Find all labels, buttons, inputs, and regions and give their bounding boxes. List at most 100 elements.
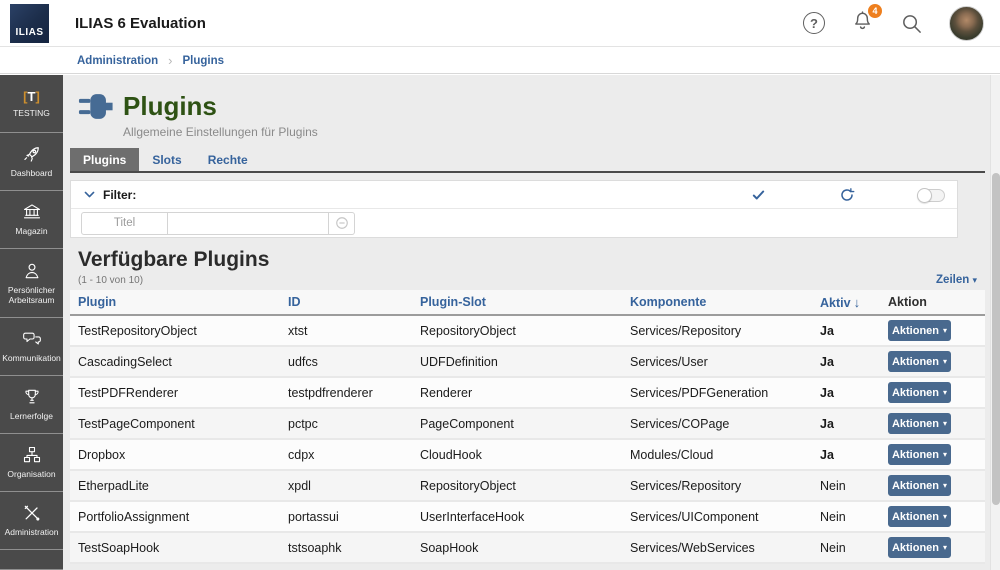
- app-window: ILIAS ILIAS 6 Evaluation ? 4 Administrat…: [0, 0, 1000, 570]
- filter-title-input[interactable]: [168, 212, 329, 235]
- column-header-aktiv[interactable]: Aktiv↓: [820, 295, 888, 310]
- tab-rechte[interactable]: Rechte: [195, 148, 261, 171]
- caret-down-icon: ▾: [943, 481, 947, 490]
- cell-aktion: Aktionen ▾: [888, 413, 985, 434]
- search-icon[interactable]: [900, 12, 923, 35]
- cell-plugin: Dropbox: [78, 448, 288, 462]
- rows-dropdown[interactable]: Zeilen ▾: [936, 274, 977, 286]
- trophy-icon: [22, 387, 42, 407]
- speech-bubbles-icon: [22, 329, 42, 349]
- crossed-tools-icon: [22, 503, 42, 523]
- table-header-row: Plugin ID Plugin-Slot Komponente Aktiv↓ …: [70, 290, 985, 316]
- aktionen-button-label: Aktionen: [892, 511, 939, 523]
- aktionen-button[interactable]: Aktionen ▾: [888, 475, 951, 496]
- vertical-scrollbar[interactable]: [990, 75, 1000, 570]
- cell-aktiv: Ja: [820, 324, 888, 338]
- cell-id: pctpc: [288, 417, 420, 431]
- cell-plugin-slot: PageComponent: [420, 417, 630, 431]
- sidebar-item-label: Persönlicher Arbeitsraum: [2, 285, 61, 305]
- remove-filter-button[interactable]: [329, 212, 355, 235]
- chevron-down-icon[interactable]: [83, 188, 96, 201]
- aktionen-button[interactable]: Aktionen ▾: [888, 444, 951, 465]
- aktionen-button[interactable]: Aktionen ▾: [888, 351, 951, 372]
- page-subtitle: Allgemeine Einstellungen für Plugins: [123, 125, 985, 139]
- sidebar-item-kommunikation[interactable]: Kommunikation: [0, 318, 63, 376]
- column-header-plugin[interactable]: Plugin: [78, 295, 288, 309]
- dashboard-icon: [22, 144, 42, 164]
- sidebar-item-label: Organisation: [7, 469, 55, 479]
- sidebar-item-administration[interactable]: Administration: [0, 492, 63, 550]
- app-title: ILIAS 6 Evaluation: [75, 15, 206, 32]
- column-header-komponente[interactable]: Komponente: [630, 295, 820, 309]
- toggle-knob: [917, 188, 932, 203]
- chevron-right-icon: ›: [168, 53, 172, 68]
- aktionen-button-label: Aktionen: [892, 542, 939, 554]
- aktionen-button-label: Aktionen: [892, 449, 939, 461]
- sidebar-item-magazin[interactable]: Magazin: [0, 191, 63, 249]
- cell-plugin: PortfolioAssignment: [78, 510, 288, 524]
- breadcrumb-plugins[interactable]: Plugins: [182, 55, 224, 67]
- aktionen-button[interactable]: Aktionen ▾: [888, 506, 951, 527]
- aktionen-button-label: Aktionen: [892, 325, 939, 337]
- cell-plugin: CascadingSelect: [78, 355, 288, 369]
- cell-aktion: Aktionen ▾: [888, 382, 985, 403]
- aktionen-button[interactable]: Aktionen ▾: [888, 320, 951, 341]
- filter-toggle[interactable]: [918, 189, 945, 202]
- sidebar-item-label: Dashboard: [11, 168, 53, 178]
- table-row: Dropbox cdpx CloudHook Modules/Cloud Ja …: [70, 440, 985, 471]
- aktionen-button[interactable]: Aktionen ▾: [888, 382, 951, 403]
- reset-filter-refresh-icon[interactable]: [839, 187, 855, 203]
- testing-icon: [T]: [23, 89, 40, 105]
- filter-inputs-row: Titel: [71, 209, 957, 237]
- sidebar-item-partial[interactable]: [0, 550, 63, 570]
- header-actions: ? 4: [803, 6, 1000, 41]
- cell-id: portassui: [288, 510, 420, 524]
- caret-down-icon: ▾: [943, 450, 947, 459]
- cell-aktiv: Ja: [820, 448, 888, 462]
- caret-down-icon: ▾: [972, 275, 977, 285]
- plugins-table: Plugin ID Plugin-Slot Komponente Aktiv↓ …: [70, 290, 985, 564]
- sidebar-item-testing[interactable]: [T] TESTING: [0, 75, 63, 133]
- apply-filter-check-icon[interactable]: [751, 188, 766, 202]
- cell-plugin-slot: RepositoryObject: [420, 479, 630, 493]
- user-avatar[interactable]: [949, 6, 984, 41]
- sidebar-item-lernerfolge[interactable]: Lernerfolge: [0, 376, 63, 434]
- sort-desc-icon[interactable]: ↓: [854, 295, 861, 310]
- scrollbar-thumb[interactable]: [992, 173, 1000, 505]
- column-header-plugin-slot[interactable]: Plugin-Slot: [420, 295, 630, 309]
- aktionen-button[interactable]: Aktionen ▾: [888, 537, 951, 558]
- cell-aktion: Aktionen ▾: [888, 506, 985, 527]
- caret-down-icon: ▾: [943, 357, 947, 366]
- sidebar-item-label: Administration: [5, 527, 59, 537]
- aktionen-button-label: Aktionen: [892, 356, 939, 368]
- ilias-logo[interactable]: ILIAS: [10, 4, 49, 43]
- aktiv-label: Aktiv: [820, 296, 851, 310]
- tab-slots[interactable]: Slots: [139, 148, 194, 171]
- cell-komponente: Modules/Cloud: [630, 448, 820, 462]
- rows-dropdown-label: Zeilen: [936, 274, 969, 286]
- filter-label[interactable]: Filter:: [103, 188, 136, 202]
- plugin-icon: [78, 92, 114, 121]
- column-header-id[interactable]: ID: [288, 295, 420, 309]
- section-title: Verfügbare Plugins: [78, 248, 985, 272]
- main-content: Plugins Allgemeine Einstellungen für Plu…: [63, 75, 990, 570]
- sidebar-item-organisation[interactable]: Organisation: [0, 434, 63, 492]
- tab-plugins[interactable]: Plugins: [70, 148, 139, 171]
- circle-minus-icon: [335, 216, 349, 230]
- caret-down-icon: ▾: [943, 543, 947, 552]
- notifications-button[interactable]: 4: [851, 9, 874, 37]
- caret-down-icon: ▾: [943, 419, 947, 428]
- sidebar-item-persoenlicher-arbeitsraum[interactable]: Persönlicher Arbeitsraum: [0, 249, 63, 318]
- breadcrumb-administration[interactable]: Administration: [77, 55, 158, 67]
- help-icon[interactable]: ?: [803, 12, 825, 34]
- sidebar-item-dashboard[interactable]: Dashboard: [0, 133, 63, 191]
- cell-komponente: Services/COPage: [630, 417, 820, 431]
- top-header-bar: ILIAS ILIAS 6 Evaluation ? 4: [0, 0, 1000, 47]
- aktionen-button[interactable]: Aktionen ▾: [888, 413, 951, 434]
- table-row: PortfolioAssignment portassui UserInterf…: [70, 502, 985, 533]
- cell-aktiv: Ja: [820, 355, 888, 369]
- caret-down-icon: ▾: [943, 388, 947, 397]
- page-header: Plugins Allgemeine Einstellungen für Plu…: [70, 75, 985, 139]
- cell-aktiv: Nein: [820, 479, 888, 493]
- cell-komponente: Services/Repository: [630, 324, 820, 338]
